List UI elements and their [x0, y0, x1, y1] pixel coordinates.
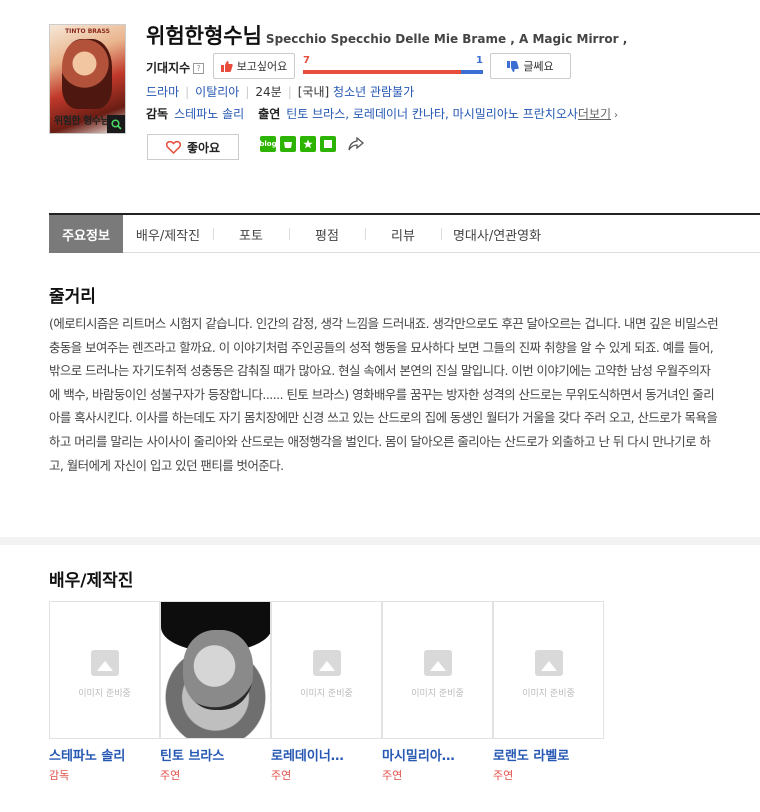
runtime: 24분	[255, 85, 282, 99]
cast-name[interactable]: 로랜도 라벨로	[493, 745, 604, 764]
photo-face	[183, 630, 253, 710]
rating-link[interactable]: 청소년 관람불가	[333, 85, 414, 99]
cast-name[interactable]: 틴토 브라스	[160, 745, 271, 764]
cast-name[interactable]: 로레데이너…	[271, 745, 382, 764]
cast-photo-placeholder[interactable]: 이미지 준비중	[382, 601, 493, 739]
no-image-text: 이미지 준비중	[411, 689, 464, 699]
cast-name[interactable]: 스테파노 솔리	[49, 745, 160, 764]
plot-text: (에로티시즘은 리트머스 시험지 같습니다. 인간의 감정, 생각 느낌을 드러…	[49, 316, 719, 473]
director-label: 감독	[146, 107, 169, 121]
cast-photo[interactable]	[160, 601, 271, 739]
credits-line: 감독 스테파노 솔리 출연 틴토 브라스, 로레데이너 칸나타, 마시밀리아노 프란치…	[146, 105, 618, 122]
poster-title-text: 위험한 형수님	[54, 116, 110, 127]
external-share-icon[interactable]	[348, 137, 364, 151]
cast-name[interactable]: 마시밀리아…	[382, 745, 493, 764]
cast-role: 감독	[49, 769, 70, 782]
tab-bar: 주요정보 배우/제작진 포토 평점 리뷰 명대사/연관영화	[49, 213, 760, 253]
chevron-right-icon: ›	[614, 110, 619, 121]
cast-card[interactable]: 이미지 준비중 로랜도 라벨로 주연	[493, 601, 604, 783]
star-share-icon[interactable]	[300, 136, 316, 152]
want-to-see-label: 보고싶어요	[236, 60, 288, 73]
cast-card[interactable]: 이미지 준비중 마시밀리아… 주연	[382, 601, 493, 783]
cast-photo-placeholder[interactable]: 이미지 준비중	[49, 601, 160, 739]
help-icon[interactable]: ?	[193, 63, 205, 74]
cast-label: 출연	[258, 107, 281, 121]
cast-role: 주연	[271, 769, 292, 782]
tab-main-info[interactable]: 주요정보	[49, 215, 123, 253]
expectation-gauge: 7 1	[303, 55, 483, 77]
gauge-fill	[303, 70, 461, 74]
cast-card[interactable]: 이미지 준비중 로레데이너… 주연	[271, 601, 382, 783]
zoom-icon[interactable]	[107, 115, 125, 133]
expectation-label-text: 기대지수	[146, 61, 191, 75]
movie-title: 위험한형수님 Specchio Specchio Delle Mie Brame …	[146, 20, 627, 50]
country-link[interactable]: 이탈리아	[195, 85, 239, 99]
tab-quotes-related[interactable]: 명대사/연관영화	[441, 215, 553, 253]
blog-share-icon[interactable]: blog	[259, 136, 277, 152]
cafe-share-icon[interactable]	[280, 136, 296, 152]
cast-photo-placeholder[interactable]: 이미지 준비중	[271, 601, 382, 739]
movie-poster[interactable]: TINTO BRASS 위험한 형수님	[49, 24, 126, 134]
genre-link[interactable]: 드라마	[146, 85, 179, 99]
cast-list: 이미지 준비중 스테파노 솔리 감독 틴토 브라스 주연 이미지 준비중 로레데…	[49, 601, 604, 783]
image-placeholder-icon	[90, 650, 119, 676]
poster-top-text: TINTO BRASS	[65, 28, 110, 35]
cast-role: 주연	[160, 769, 181, 782]
image-placeholder-icon	[534, 650, 563, 676]
section-divider	[0, 537, 760, 545]
expectation-label: 기대지수?	[146, 59, 205, 76]
cast-card[interactable]: 이미지 준비중 스테파노 솔리 감독	[49, 601, 160, 783]
tab-cast-crew[interactable]: 배우/제작진	[123, 215, 213, 253]
thumbs-up-icon	[220, 60, 233, 72]
gauge-bar	[303, 70, 483, 74]
cast-links[interactable]: 틴토 브라스, 로레데이너 칸나타, 마시밀리아노 프란치오사	[286, 107, 578, 121]
tab-rating[interactable]: 평점	[289, 215, 365, 253]
cast-role: 주연	[382, 769, 403, 782]
movie-title-korean: 위험한형수님	[146, 24, 262, 48]
more-link[interactable]: 더보기	[578, 107, 611, 121]
want-count: 7	[303, 55, 310, 66]
tab-photo[interactable]: 포토	[213, 215, 289, 253]
movie-meta: 드라마 | 이탈리아 | 24분 | [국내] 청소년 관람불가	[146, 85, 415, 99]
cast-role: 주연	[493, 769, 514, 782]
no-image-text: 이미지 준비중	[522, 689, 575, 699]
share-bar: blog	[259, 136, 364, 152]
memo-share-icon[interactable]	[320, 136, 336, 152]
no-count: 1	[476, 55, 483, 66]
heart-icon	[165, 140, 181, 154]
cast-photo-placeholder[interactable]: 이미지 준비중	[493, 601, 604, 739]
cast-card[interactable]: 틴토 브라스 주연	[160, 601, 271, 783]
not-sure-button[interactable]: 글쎄요	[490, 53, 571, 79]
image-placeholder-icon	[423, 650, 452, 676]
like-label: 좋아요	[186, 140, 221, 155]
movie-original-title: Specchio Specchio Delle Mie Brame , A Ma…	[265, 32, 628, 46]
thumbs-down-icon	[507, 60, 519, 72]
cast-heading: 배우/제작진	[49, 571, 134, 591]
image-placeholder-icon	[312, 650, 341, 676]
tab-review[interactable]: 리뷰	[365, 215, 441, 253]
no-image-text: 이미지 준비중	[300, 689, 353, 699]
plot-heading: 줄거리	[49, 287, 96, 307]
poster-figure	[62, 39, 112, 109]
no-image-text: 이미지 준비중	[78, 689, 131, 699]
want-to-see-button[interactable]: 보고싶어요	[213, 53, 295, 79]
like-button[interactable]: 좋아요	[147, 134, 239, 160]
not-sure-label: 글쎄요	[523, 60, 554, 73]
rating-prefix: [국내]	[297, 85, 330, 99]
director-link[interactable]: 스테파노 솔리	[174, 107, 244, 121]
